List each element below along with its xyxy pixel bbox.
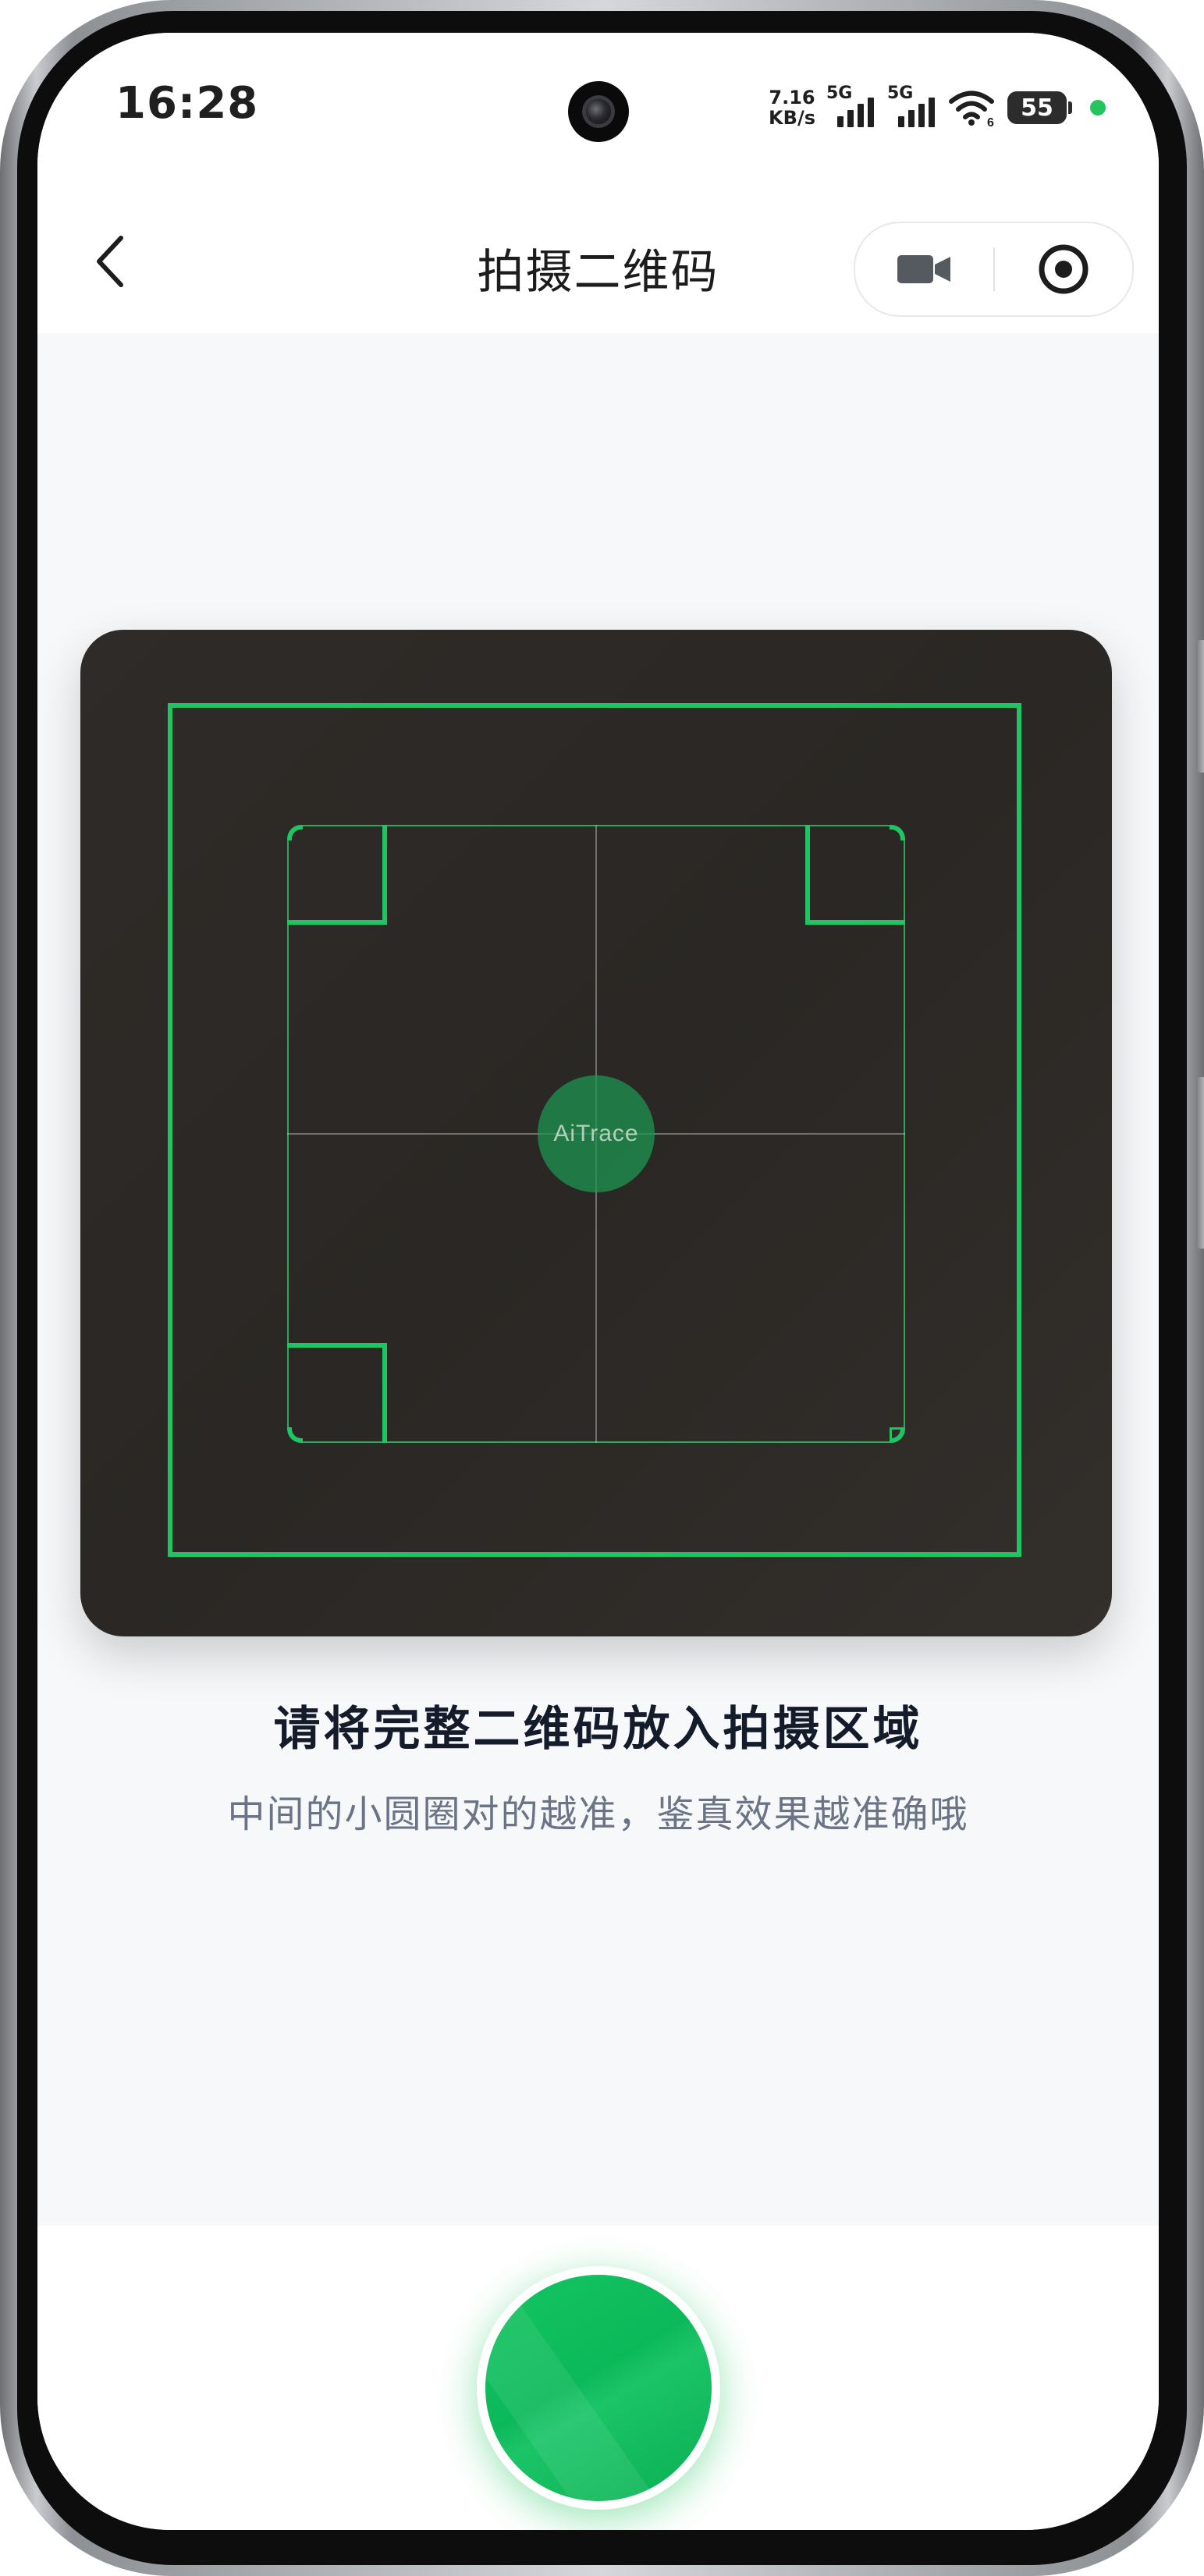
record-target-icon [1039, 244, 1089, 294]
wifi-badge: 6 [987, 116, 994, 127]
battery-icon: 55 [1007, 91, 1072, 124]
video-camera-icon [897, 255, 951, 283]
mini-program-capsule [854, 222, 1134, 317]
phone-screen: 16:28 7.16 KB/s 5G 5G 6 55 拍摄二维码 AiTrace… [37, 33, 1159, 2530]
navigation-bar: 拍摄二维码 [37, 189, 1159, 333]
battery-level: 55 [1021, 94, 1053, 122]
wifi-icon: 6 [949, 91, 994, 127]
capture-toolbar [37, 2226, 1159, 2530]
camera-viewfinder[interactable]: AiTrace [80, 630, 1112, 1636]
aitrace-watermark: AiTrace [553, 1121, 639, 1146]
power-button [1196, 1077, 1204, 1249]
status-indicators: 7.16 KB/s 5G 5G 6 55 [769, 76, 1106, 139]
status-bar: 16:28 7.16 KB/s 5G 5G 6 55 [37, 33, 1159, 189]
shutter-button[interactable] [477, 2266, 720, 2510]
signal-1-icon: 5G [826, 83, 876, 132]
front-camera [568, 81, 629, 142]
video-button[interactable] [855, 223, 993, 315]
network-speed-value: 7.16 [769, 87, 815, 108]
shutter-button-core [485, 2275, 712, 2501]
instruction-hint: 中间的小圆圈对的越准，鉴真效果越准确哦 [227, 1793, 969, 1836]
close-miniprogram-button[interactable] [995, 223, 1133, 315]
instruction-headline: 请将完整二维码放入拍摄区域 [273, 1702, 923, 1757]
signal-2-icon: 5G [887, 83, 937, 132]
network-speed: 7.16 KB/s [769, 87, 815, 128]
center-alignment-circle: AiTrace [538, 1075, 655, 1192]
volume-up-button [1196, 640, 1204, 773]
capture-content: AiTrace 请将完整二维码放入拍摄区域 中间的小圆圈对的越准，鉴真效果越准确… [37, 333, 1159, 2226]
privacy-indicator-dot [1090, 100, 1106, 115]
network-speed-unit: KB/s [769, 107, 815, 129]
status-time: 16:28 [115, 78, 259, 129]
